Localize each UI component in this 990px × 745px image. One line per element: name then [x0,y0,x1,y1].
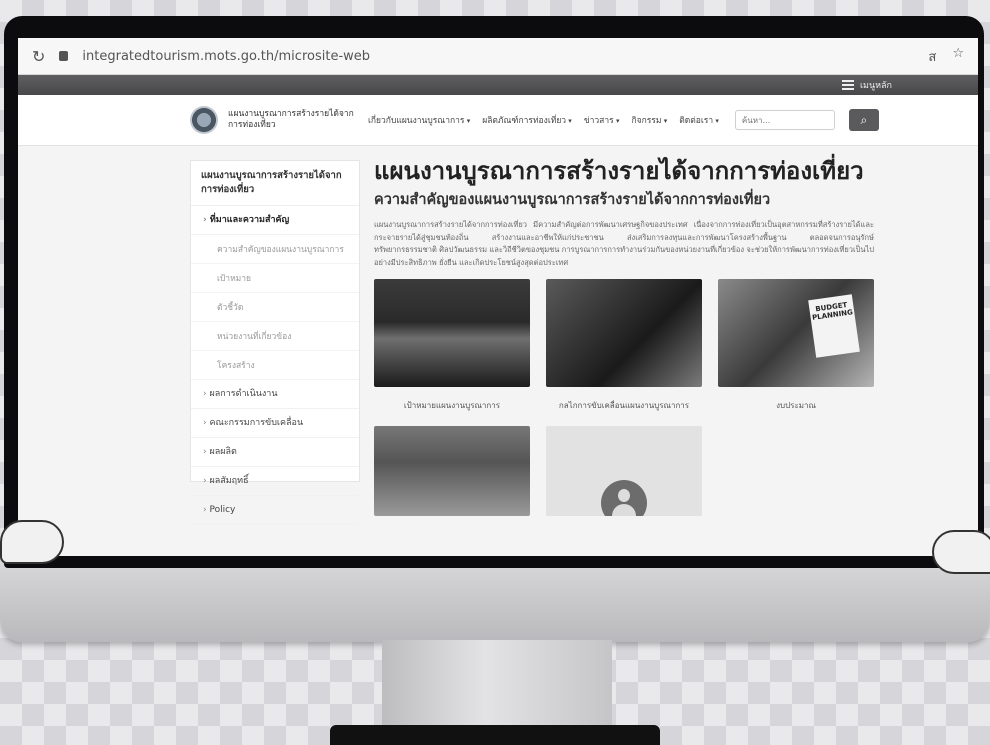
nav-item-activities[interactable]: กิจกรรม [631,113,667,127]
page-title: แผนงานบูรณาการสร้างรายได้จากการท่องเที่ย… [374,157,864,185]
url-field[interactable]: integratedtourism.mots.go.th/microsite-w… [82,49,914,64]
budget-photo[interactable]: BUDGET PLANNING [718,279,874,387]
card-mechanism[interactable]: กลไกการขับเคลื่อนแผนงานบูรณาการ [546,279,702,412]
beach-photo[interactable] [374,279,530,387]
sidebar-subitem-goals[interactable]: เป้าหมาย [191,264,359,293]
page-content: แผนงานบูรณาการสร้างรายได้จากการท่องเที่ย… [18,146,978,556]
card-caption[interactable]: งบประมาณ [718,399,874,412]
card-avatar[interactable] [546,426,702,516]
bookmark-star-icon[interactable]: ☆ [952,46,964,67]
site-logo[interactable] [190,106,218,134]
sidebar-item-background[interactable]: ที่มาและความสำคัญ [191,206,359,235]
sidebar-item-outputs[interactable]: ผลผลิต [191,438,359,467]
card-goals[interactable]: เป้าหมายแผนงานบูรณาการ [374,279,530,412]
card-row: เป้าหมายแผนงานบูรณาการ กลไกการขับเคลื่อน… [374,279,874,412]
sidebar-item-policy[interactable]: Policy [191,496,359,525]
card-caption[interactable]: เป้าหมายแผนงานบูรณาการ [374,399,530,412]
card-budget[interactable]: BUDGET PLANNING งบประมาณ [718,279,874,412]
browser-window: ↻ integratedtourism.mots.go.th/microsite… [18,38,978,556]
lock-icon [59,51,69,61]
card-people[interactable] [374,426,530,516]
nav-item-about[interactable]: เกี่ยวกับแผนงานบูรณาการ [368,113,470,127]
browser-actions: ส ☆ [928,46,964,67]
hamburger-menu-icon[interactable] [841,84,854,86]
cartoon-hand-right [932,530,990,574]
site-header: แผนงานบูรณาการสร้างรายได้จากการท่องเที่ย… [18,95,978,146]
main-content: แผนงานบูรณาการสร้างรายได้จากการท่องเที่ย… [374,156,874,516]
user-avatar-icon [601,480,647,516]
avatar-placeholder[interactable] [546,426,702,516]
sidebar-item-outcomes[interactable]: ผลสัมฤทธิ์ [191,467,359,496]
main-nav: เกี่ยวกับแผนงานบูรณาการ ผลิตภัณฑ์การท่อง… [368,113,719,127]
sidebar-subitem-importance[interactable]: ความสำคัญของแผนงานบูรณาการ [191,235,359,264]
search-input[interactable] [734,110,835,130]
intro-paragraph: แผนงานบูรณาการสร้างรายได้จากการท่องเที่ย… [374,220,874,267]
search-button[interactable]: ⌕ [848,109,879,131]
meeting-photo[interactable] [546,279,702,387]
page-subtitle: ความสำคัญของแผนงานบูรณาการสร้างรายได้จาก… [374,192,771,208]
site-name[interactable]: แผนงานบูรณาการสร้างรายได้จากการท่องเที่ย… [228,109,358,131]
translate-icon[interactable]: ส [928,46,936,67]
nav-item-products[interactable]: ผลิตภัณฑ์การท่องเที่ยว [482,113,572,127]
sidebar-subitem-indicators[interactable]: ตัวชี้วัด [191,293,359,322]
card-row-2 [374,426,874,516]
nav-item-contact[interactable]: ติดต่อเรา [679,113,719,127]
monitor-chin [0,560,990,642]
sidebar: แผนงานบูรณาการสร้างรายได้จากการท่องเที่ย… [190,160,360,525]
search-icon: ⌕ [860,112,868,127]
cartoon-hand-left [0,520,64,564]
sidebar-subitem-structure[interactable]: โครงสร้าง [191,351,359,380]
browser-address-bar: ↻ integratedtourism.mots.go.th/microsite… [18,38,978,75]
monitor-bezel: ↻ integratedtourism.mots.go.th/microsite… [4,16,984,568]
sidebar-title[interactable]: แผนงานบูรณาการสร้างรายได้จากการท่องเที่ย… [191,161,359,206]
card-caption[interactable]: กลไกการขับเคลื่อนแผนงานบูรณาการ [546,399,702,412]
reload-icon[interactable]: ↻ [32,47,45,66]
menu-label[interactable]: เมนูหลัก [860,78,892,92]
budget-note: BUDGET PLANNING [808,294,860,358]
nav-item-news[interactable]: ข่าวสาร [584,113,620,127]
sidebar-subitem-agencies[interactable]: หน่วยงานที่เกี่ยวข้อง [191,322,359,351]
sidebar-item-committee[interactable]: คณะกรรมการขับเคลื่อน [191,409,359,438]
monitor-stand [382,640,612,735]
sidebar-item-results[interactable]: ผลการดำเนินงาน [191,380,359,409]
site-top-bar: เมนูหลัก [18,75,978,95]
people-photo[interactable] [374,426,530,516]
monitor-stand-base [330,725,660,745]
